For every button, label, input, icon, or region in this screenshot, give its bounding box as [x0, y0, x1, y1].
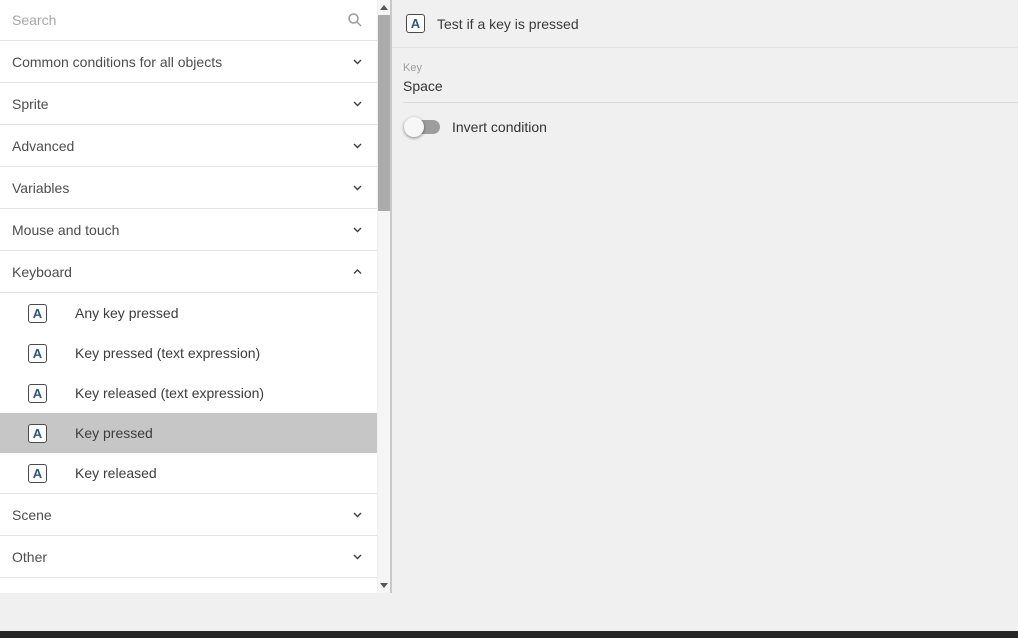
- chevron-down-icon: [351, 508, 364, 521]
- condition-item-label: Any key pressed: [75, 305, 179, 321]
- key-field-underline: [403, 102, 1018, 103]
- section-label: Keyboard: [12, 264, 72, 280]
- sidebar-section-scene[interactable]: Scene: [0, 494, 377, 536]
- condition-editor-panel: A Test if a key is pressed Key Space Inv…: [392, 0, 1018, 631]
- condition-item-any-key-pressed[interactable]: A Any key pressed: [0, 293, 377, 333]
- section-label: Variables: [12, 180, 69, 196]
- condition-item-key-pressed[interactable]: A Key pressed: [0, 413, 377, 453]
- sidebar-scrollbar[interactable]: [378, 0, 390, 593]
- editor-header: A Test if a key is pressed: [392, 0, 1018, 48]
- keyboard-key-icon: A: [28, 384, 47, 403]
- scroll-up-icon: [380, 5, 388, 10]
- key-field-value[interactable]: Space: [403, 78, 1018, 102]
- key-field[interactable]: Key Space: [403, 62, 1018, 103]
- chevron-down-icon: [351, 223, 364, 236]
- sidebar-section-other[interactable]: Other: [0, 536, 377, 578]
- condition-item-label: Key released (text expression): [75, 385, 264, 401]
- keyboard-conditions-list: A Any key pressed A Key pressed (text ex…: [0, 293, 377, 494]
- conditions-sidebar: Common conditions for all objects Sprite…: [0, 0, 377, 593]
- scroll-down-icon: [380, 583, 388, 588]
- chevron-down-icon: [351, 97, 364, 110]
- toggle-knob-icon: [404, 117, 424, 137]
- keyboard-key-icon: A: [28, 304, 47, 323]
- sidebar-section-variables[interactable]: Variables: [0, 167, 377, 209]
- chevron-down-icon: [351, 55, 364, 68]
- section-label: Sprite: [12, 96, 49, 112]
- chevron-down-icon: [351, 139, 364, 152]
- invert-condition-toggle[interactable]: [404, 117, 440, 137]
- search-icon: [347, 12, 363, 28]
- sidebar-section-keyboard[interactable]: Keyboard: [0, 251, 377, 293]
- search-input[interactable]: [12, 12, 347, 28]
- section-label: Advanced: [12, 138, 74, 154]
- invert-condition-row: Invert condition: [404, 117, 1018, 137]
- section-label: Other: [12, 549, 47, 565]
- condition-item-key-pressed-text-expression[interactable]: A Key pressed (text expression): [0, 333, 377, 373]
- chevron-up-icon: [351, 265, 364, 278]
- chevron-down-icon: [351, 181, 364, 194]
- search-row: [0, 0, 377, 41]
- sidebar-section-common-conditions[interactable]: Common conditions for all objects: [0, 41, 377, 83]
- condition-title: Test if a key is pressed: [437, 16, 579, 32]
- section-label: Scene: [12, 507, 52, 523]
- invert-condition-label: Invert condition: [452, 119, 547, 135]
- condition-item-key-released[interactable]: A Key released: [0, 453, 377, 493]
- scrollbar-down-button[interactable]: [378, 578, 390, 593]
- sidebar-section-mouse-and-touch[interactable]: Mouse and touch: [0, 209, 377, 251]
- condition-item-label: Key pressed (text expression): [75, 345, 260, 361]
- condition-item-label: Key pressed: [75, 425, 153, 441]
- keyboard-key-icon: A: [28, 424, 47, 443]
- scrollbar-up-button[interactable]: [378, 0, 390, 15]
- section-label: Mouse and touch: [12, 222, 119, 238]
- section-label: Common conditions for all objects: [12, 54, 222, 70]
- keyboard-key-icon: A: [28, 344, 47, 363]
- bottom-bar: [0, 631, 1018, 638]
- sidebar-section-advanced[interactable]: Advanced: [0, 125, 377, 167]
- condition-editor-dialog: Common conditions for all objects Sprite…: [0, 0, 1018, 638]
- chevron-down-icon: [351, 550, 364, 563]
- sidebar-section-sprite[interactable]: Sprite: [0, 83, 377, 125]
- key-field-label: Key: [403, 62, 1018, 74]
- condition-item-label: Key released: [75, 465, 157, 481]
- keyboard-key-icon: A: [28, 464, 47, 483]
- condition-item-key-released-text-expression[interactable]: A Key released (text expression): [0, 373, 377, 413]
- scrollbar-thumb[interactable]: [378, 15, 390, 211]
- keyboard-key-icon: A: [406, 14, 425, 33]
